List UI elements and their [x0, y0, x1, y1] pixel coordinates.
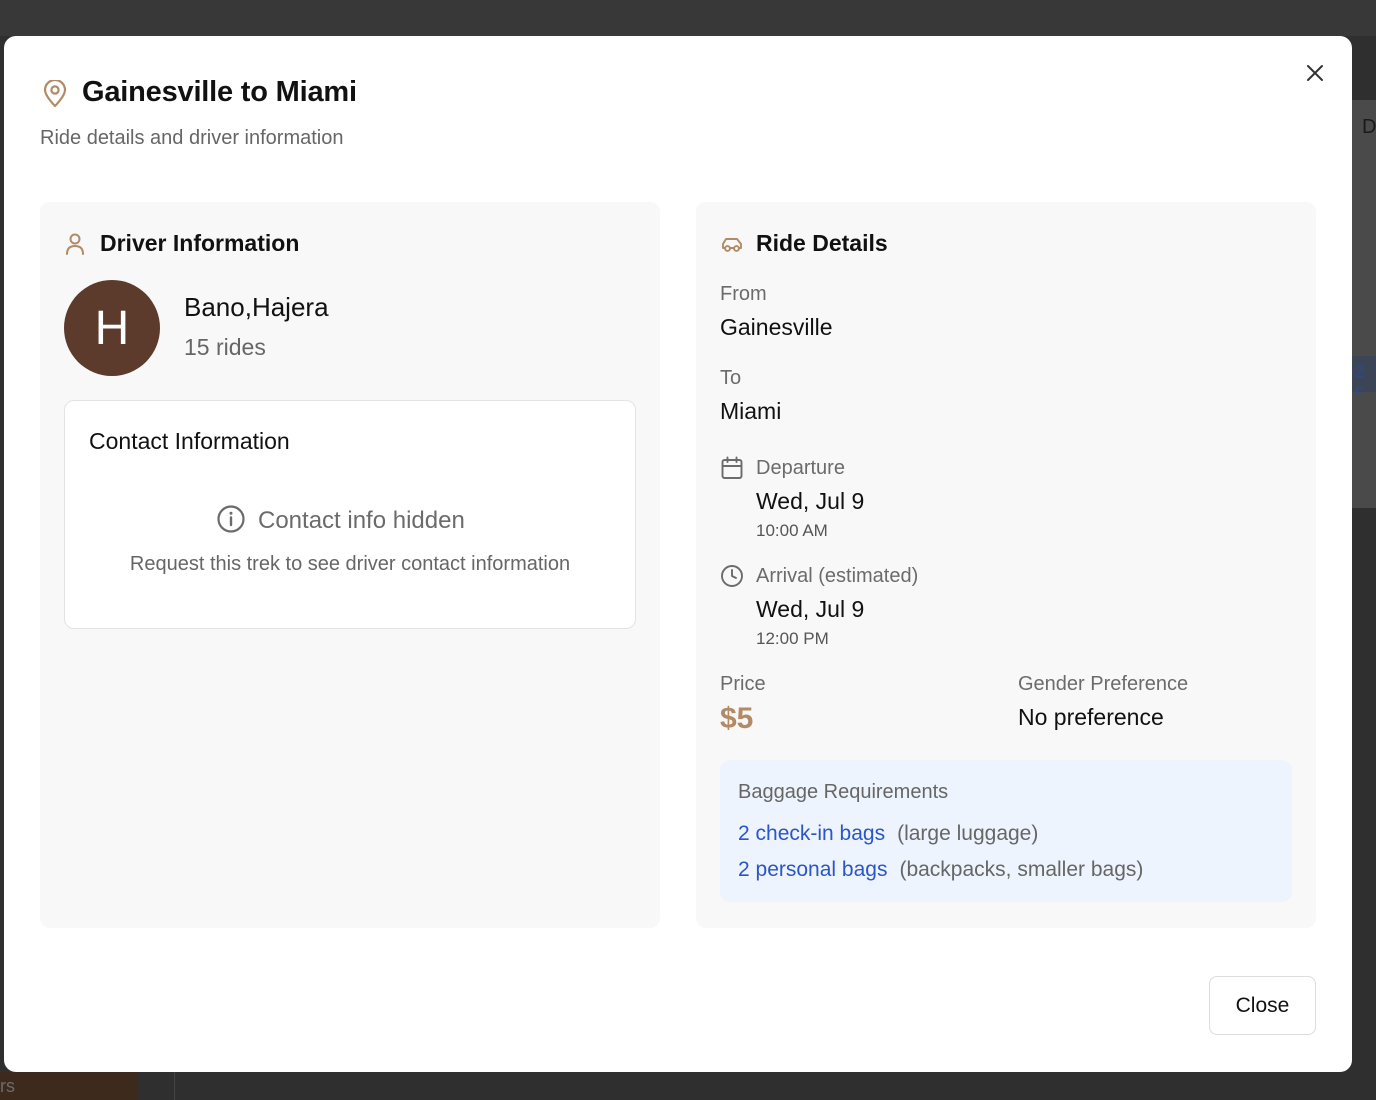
user-icon	[64, 232, 86, 261]
clock-icon	[720, 564, 744, 593]
baggage-note: (backpacks, smaller bags)	[899, 858, 1144, 881]
driver-name: Bano,Hajera	[184, 292, 329, 322]
map-pin-icon	[42, 78, 68, 108]
from-label: From	[720, 283, 767, 305]
driver-ride-count: 15 rides	[184, 334, 266, 360]
calendar-icon	[720, 456, 744, 485]
close-button[interactable]: Close	[1209, 976, 1316, 1035]
departure-label: Departure	[756, 457, 845, 479]
ride-section-title: Ride Details	[756, 230, 888, 256]
background-text: D	[1362, 116, 1376, 138]
arrival-date: Wed, Jul 9	[756, 596, 865, 622]
baggage-count: 2 check-in bags	[738, 822, 886, 845]
baggage-note: (large luggage)	[897, 822, 1039, 845]
background-chip: 2 c	[1352, 356, 1376, 399]
gender-preference-value: No preference	[1018, 704, 1164, 730]
departure-date: Wed, Jul 9	[756, 488, 865, 514]
arrival-label: Arrival (estimated)	[756, 565, 919, 587]
close-icon[interactable]	[1300, 58, 1330, 88]
dialog-title: Gainesville to Miami	[82, 76, 357, 108]
contact-title: Contact Information	[89, 428, 290, 454]
departure-time: 10:00 AM	[756, 521, 828, 540]
background-top-bar	[0, 0, 1376, 36]
baggage-title: Baggage Requirements	[738, 781, 949, 803]
dialog-subtitle: Ride details and driver information	[40, 127, 344, 149]
driver-section-title: Driver Information	[100, 230, 300, 256]
to-label: To	[720, 367, 742, 389]
background-button: rs	[0, 1072, 138, 1100]
price-value: $5	[720, 702, 754, 735]
background-divider	[174, 1072, 175, 1100]
gender-preference-label: Gender Preference	[1018, 673, 1189, 695]
baggage-count: 2 personal bags	[738, 858, 888, 881]
contact-hidden-subtext: Request this trek to see driver contact …	[129, 553, 571, 575]
contact-hidden-notice: Contact info hidden	[216, 504, 465, 539]
car-icon	[720, 233, 744, 260]
contact-hidden-text: Contact info hidden	[258, 507, 465, 534]
to-value: Miami	[720, 398, 782, 424]
arrival-time: 12:00 PM	[756, 629, 829, 648]
from-value: Gainesville	[720, 314, 833, 340]
baggage-item: 2 check-in bags (large luggage)	[738, 822, 1038, 846]
info-icon	[216, 504, 246, 539]
baggage-item: 2 personal bags (backpacks, smaller bags…	[738, 858, 1143, 882]
avatar: H	[64, 280, 160, 376]
price-label: Price	[720, 673, 766, 695]
